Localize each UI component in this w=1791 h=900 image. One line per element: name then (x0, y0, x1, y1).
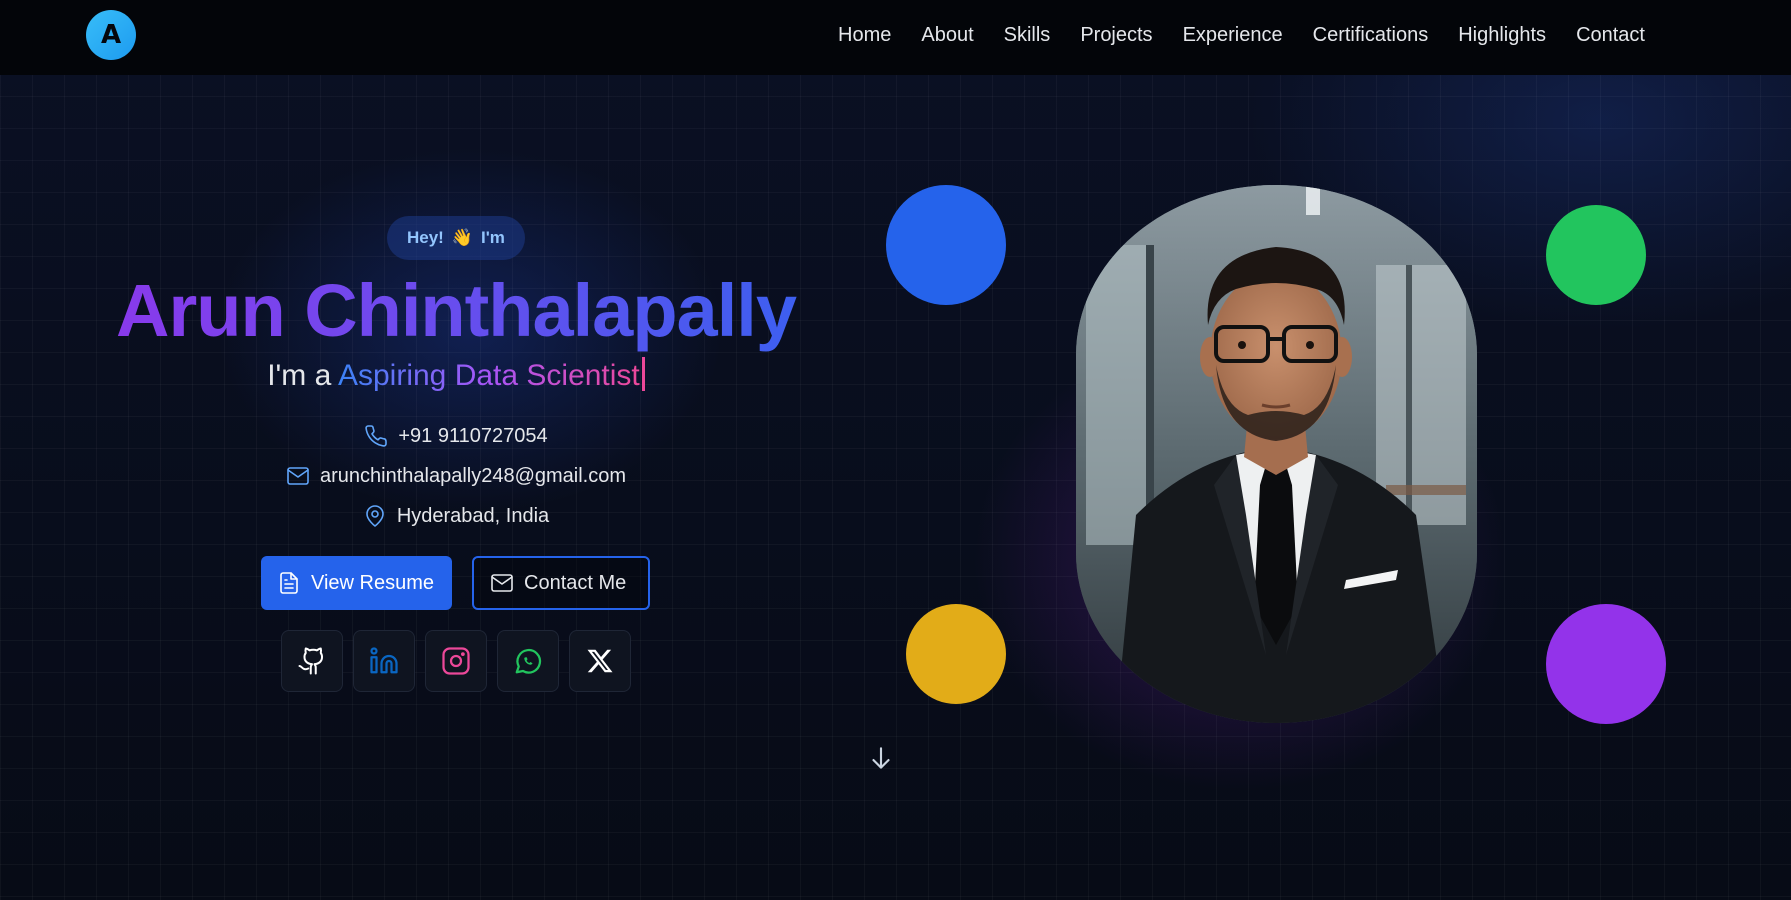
hero-name: Arun Chinthalapally (0, 268, 912, 354)
nav-link-experience[interactable]: Experience (1183, 24, 1283, 47)
typing-caret (641, 357, 645, 391)
x-logo-icon (587, 649, 613, 673)
location-row: Hyderabad, India (0, 502, 912, 530)
instagram-link[interactable] (425, 630, 487, 692)
phone-row: +91 9110727054 (0, 422, 912, 450)
nav-link-projects[interactable]: Projects (1080, 24, 1152, 47)
view-resume-button[interactable]: View Resume (261, 556, 452, 610)
greeting-badge: Hey! 👋 I'm (387, 216, 525, 260)
top-navbar: A Home About Skills Projects Experience … (0, 0, 1791, 75)
mail-icon (491, 574, 513, 592)
profile-portrait-illustration (1076, 185, 1477, 723)
nav-link-certifications[interactable]: Certifications (1313, 24, 1429, 47)
contact-me-button[interactable]: Contact Me (472, 556, 650, 610)
nav-link-highlights[interactable]: Highlights (1458, 24, 1546, 47)
nav-link-skills[interactable]: Skills (1004, 24, 1051, 47)
map-pin-icon (366, 505, 384, 527)
phone-icon (365, 425, 388, 447)
document-icon (280, 572, 298, 594)
github-link[interactable] (281, 630, 343, 692)
waving-hand-icon: 👋 (451, 228, 474, 247)
phone-number[interactable]: +91 9110727054 (398, 425, 547, 448)
social-links (281, 630, 631, 692)
linkedin-icon (370, 647, 398, 674)
instagram-icon (442, 647, 470, 675)
nav-link-contact[interactable]: Contact (1576, 24, 1645, 47)
location-text: Hyderabad, India (396, 504, 550, 527)
typed-role: Aspiring Data Scientist (337, 359, 640, 392)
logo[interactable]: A (86, 10, 136, 60)
whatsapp-link[interactable] (497, 630, 559, 692)
tagline-prefix: I'm a (267, 359, 332, 392)
linkedin-link[interactable] (353, 630, 415, 692)
arrow-down-icon[interactable] (868, 744, 894, 774)
nav-link-about[interactable]: About (921, 24, 973, 47)
decorative-yellow-circle (906, 604, 1006, 704)
mail-icon (287, 467, 309, 485)
hero-tagline: I'm a Aspiring Data Scientist (0, 356, 912, 396)
nav-links: Home About Skills Projects Experience Ce… (838, 0, 1645, 70)
greeting-suffix: I'm (481, 228, 505, 247)
github-icon (298, 647, 324, 675)
decorative-green-circle (1546, 205, 1646, 305)
whatsapp-icon (515, 649, 542, 674)
greeting-prefix: Hey! (407, 228, 444, 247)
contact-me-label: Contact Me (524, 571, 627, 594)
email-row: arunchinthalapally248@gmail.com (0, 462, 912, 490)
decorative-purple-circle (1546, 604, 1666, 724)
profile-photo (1076, 185, 1477, 723)
nav-link-home[interactable]: Home (838, 24, 891, 47)
background-grid (0, 0, 1791, 900)
email-address[interactable]: arunchinthalapally248@gmail.com (320, 465, 626, 488)
decorative-blue-circle (886, 185, 1006, 305)
view-resume-label: View Resume (311, 571, 435, 594)
x-link[interactable] (569, 630, 631, 692)
